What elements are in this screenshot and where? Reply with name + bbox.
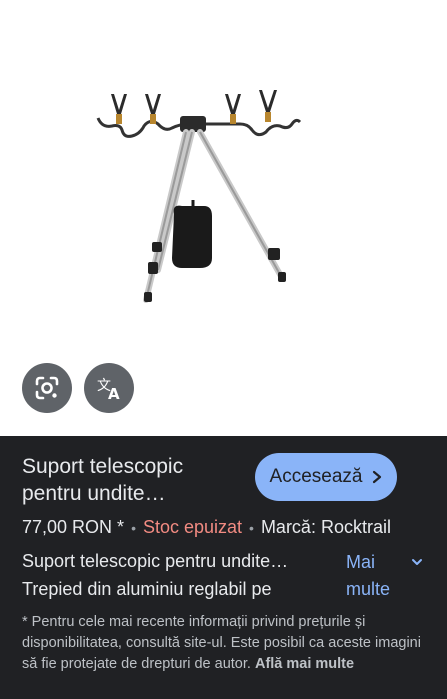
product-details-panel: Suport telescopic pentru undite… Accesea… [0,436,447,699]
stock-status: Stoc epuizat [142,517,243,537]
product-title[interactable]: Suport telescopic pentru undite… [22,453,232,507]
google-lens-button[interactable] [22,363,72,413]
product-description-line: Suport telescopic pentru undite… [22,551,289,571]
chevron-down-icon [412,559,422,565]
learn-more-link[interactable]: Află mai multe [255,656,354,672]
chevron-right-icon [373,470,382,484]
separator-dot: • [249,519,254,536]
visit-site-label: Accesează [269,466,363,487]
svg-text:A: A [108,385,120,403]
separator-dot: • [131,519,136,536]
disclaimer-text: * Pentru cele mai recente informații pri… [22,614,421,672]
show-more-button[interactable]: Mai multe [346,549,426,603]
visit-site-button[interactable]: Accesează [255,453,397,501]
product-description-line: Trepied din aluminiu reglabil pe [22,579,272,599]
google-lens-icon [35,376,59,400]
brand: Marcă: Rocktrail [260,517,391,537]
price: 77,00 RON * [22,517,125,537]
translate-icon: 文 A [97,378,120,403]
product-title-line: pentru undite… [22,482,166,505]
product-image[interactable] [0,0,447,330]
show-more-label: multe [346,579,391,599]
image-preview-area: 文 A [0,0,447,436]
translate-button[interactable]: 文 A [84,363,134,413]
product-title-line: Suport telescopic [22,455,184,478]
product-meta-row: 77,00 RON * • Stoc epuizat • Marcă: Rock… [22,517,437,538]
disclaimer: * Pentru cele mai recente informații pri… [22,612,432,675]
